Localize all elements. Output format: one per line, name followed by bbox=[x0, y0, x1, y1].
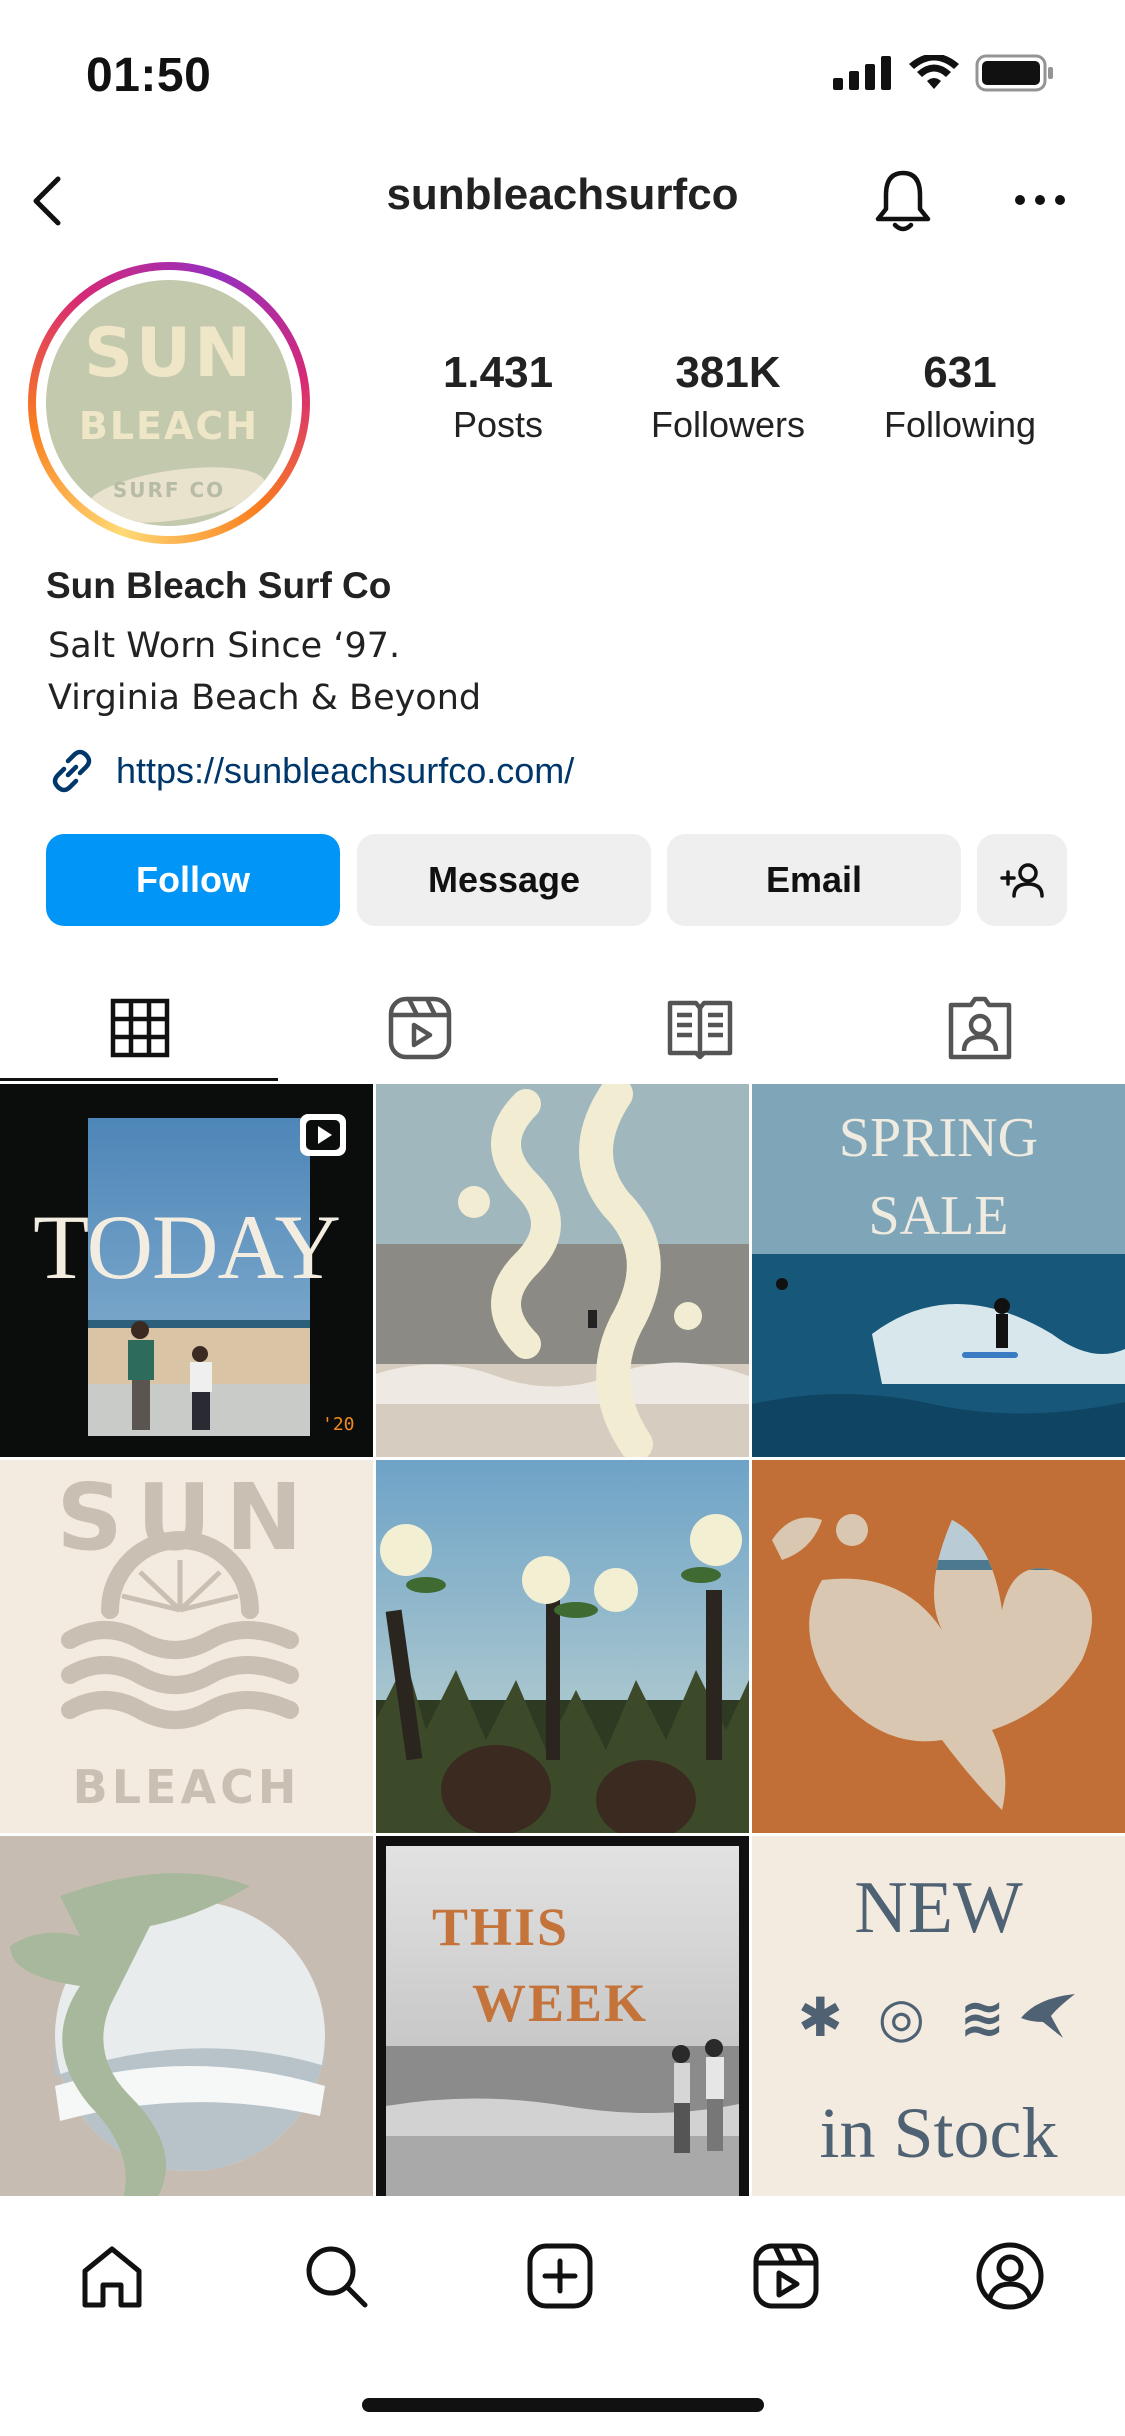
link-text[interactable]: https://sunbleachsurfco.com/ bbox=[116, 750, 574, 792]
tab-guides[interactable] bbox=[560, 975, 840, 1080]
stat-following[interactable]: 631 Following bbox=[850, 348, 1070, 446]
avatar-text-surfco: SURF CO bbox=[112, 478, 226, 502]
home-indicator bbox=[362, 2398, 764, 2412]
nav-reels[interactable] bbox=[746, 2236, 826, 2316]
bio-line: Salt Worn Since ‘97. bbox=[48, 626, 401, 666]
post-today-stamp: '20 bbox=[322, 1414, 355, 1435]
guide-icon bbox=[667, 1000, 733, 1059]
tagged-icon bbox=[948, 996, 1012, 1059]
bird-icon bbox=[1021, 1994, 1076, 2038]
post-sun-bleach-bottom: BLEACH bbox=[72, 1760, 301, 1814]
avatar-text-bleach: BLEACH bbox=[78, 404, 260, 448]
post-this-week-line1: THIS bbox=[432, 1897, 570, 1957]
post-spring-sale[interactable]: SPRING SALE bbox=[752, 1084, 1125, 1457]
post-new-symbols: ✱ ◎ ≋ bbox=[752, 1986, 1125, 2049]
create-icon bbox=[527, 2243, 593, 2309]
signal-icon bbox=[833, 56, 891, 90]
stat-following-label: Following bbox=[883, 404, 1037, 445]
stat-posts[interactable]: 1.431 Posts bbox=[388, 348, 608, 446]
nav-create[interactable] bbox=[520, 2236, 600, 2316]
post-this-week-line2: WEEK bbox=[472, 1973, 649, 2033]
stat-posts-value: 1.431 bbox=[442, 348, 554, 397]
post-new-line1: NEW bbox=[854, 1867, 1023, 1949]
post-spring-sale-line1: SPRING bbox=[838, 1107, 1039, 1169]
post-sea-swirl[interactable] bbox=[376, 1084, 749, 1457]
post-new-in-stock[interactable]: NEW ✱ ◎ ≋ in Stock bbox=[752, 1836, 1125, 2209]
profile-link[interactable]: https://sunbleachsurfco.com/ bbox=[46, 745, 574, 797]
home-icon bbox=[82, 2246, 142, 2308]
post-sun-bleach[interactable]: SUN BLEACH bbox=[0, 1460, 373, 1833]
post-flowers[interactable] bbox=[376, 1460, 749, 1833]
add-user-icon bbox=[1000, 863, 1044, 898]
bio: Salt Worn Since ‘97. Virginia Beach & Be… bbox=[48, 620, 481, 724]
stat-followers-label: Followers bbox=[650, 404, 806, 445]
suggested-users-button[interactable] bbox=[977, 834, 1067, 926]
notifications-button[interactable] bbox=[868, 165, 938, 235]
message-button[interactable]: Message bbox=[357, 834, 651, 926]
battery-icon bbox=[975, 54, 1053, 92]
post-sage-circle[interactable] bbox=[0, 1836, 373, 2209]
email-button[interactable]: Email bbox=[667, 834, 961, 926]
active-tab-indicator bbox=[0, 1078, 278, 1081]
grid-icon bbox=[110, 998, 170, 1057]
tab-posts-grid[interactable] bbox=[0, 975, 280, 1080]
wifi-icon bbox=[909, 55, 959, 89]
profile-icon bbox=[976, 2242, 1044, 2310]
avatar-logo: SUN BLEACH SURF CO bbox=[46, 280, 292, 526]
stat-followers-value: 381K bbox=[675, 348, 781, 397]
bio-line: Virginia Beach & Beyond bbox=[48, 678, 482, 718]
reels-icon bbox=[753, 2243, 819, 2309]
post-today-text: TODAY bbox=[33, 1196, 341, 1298]
status-time: 01:50 bbox=[86, 49, 212, 102]
profile-username: sunbleachsurfco bbox=[386, 170, 739, 219]
avatar-text-sun: SUN bbox=[83, 314, 255, 393]
tab-reels[interactable] bbox=[280, 975, 560, 1080]
stat-following-value: 631 bbox=[923, 348, 997, 397]
stat-posts-label: Posts bbox=[452, 404, 544, 445]
post-this-week[interactable]: THIS WEEK bbox=[376, 1836, 749, 2209]
post-spring-sale-line2: SALE bbox=[868, 1185, 1009, 1247]
post-new-line2: in Stock bbox=[819, 2093, 1058, 2173]
follow-button[interactable]: Follow bbox=[46, 834, 340, 926]
bell-icon bbox=[875, 170, 931, 232]
avatar[interactable]: SUN BLEACH SURF CO bbox=[28, 262, 310, 544]
post-coral-cutout[interactable] bbox=[752, 1460, 1125, 1833]
stat-followers[interactable]: 381K Followers bbox=[618, 348, 838, 446]
more-options-button[interactable] bbox=[1010, 180, 1070, 220]
tab-tagged[interactable] bbox=[840, 975, 1120, 1080]
link-icon bbox=[52, 749, 92, 793]
nav-profile[interactable] bbox=[970, 2236, 1050, 2316]
display-name: Sun Bleach Surf Co bbox=[46, 565, 392, 606]
reels-icon bbox=[388, 996, 452, 1059]
post-new-symbols-text: ✱ ◎ ≋ bbox=[797, 1986, 1013, 2049]
more-horizontal-icon bbox=[1015, 195, 1065, 205]
post-sun-bleach-top: SUN bbox=[56, 1464, 317, 1571]
nav-home[interactable] bbox=[72, 2236, 152, 2316]
status-icons bbox=[833, 54, 1055, 92]
posts-grid: TODAY '20 SPRING SALE SUN BLEACH THIS WE… bbox=[0, 1084, 1125, 2209]
nav-search[interactable] bbox=[296, 2236, 376, 2316]
post-today[interactable]: TODAY '20 bbox=[0, 1084, 373, 1457]
search-icon bbox=[306, 2246, 368, 2308]
